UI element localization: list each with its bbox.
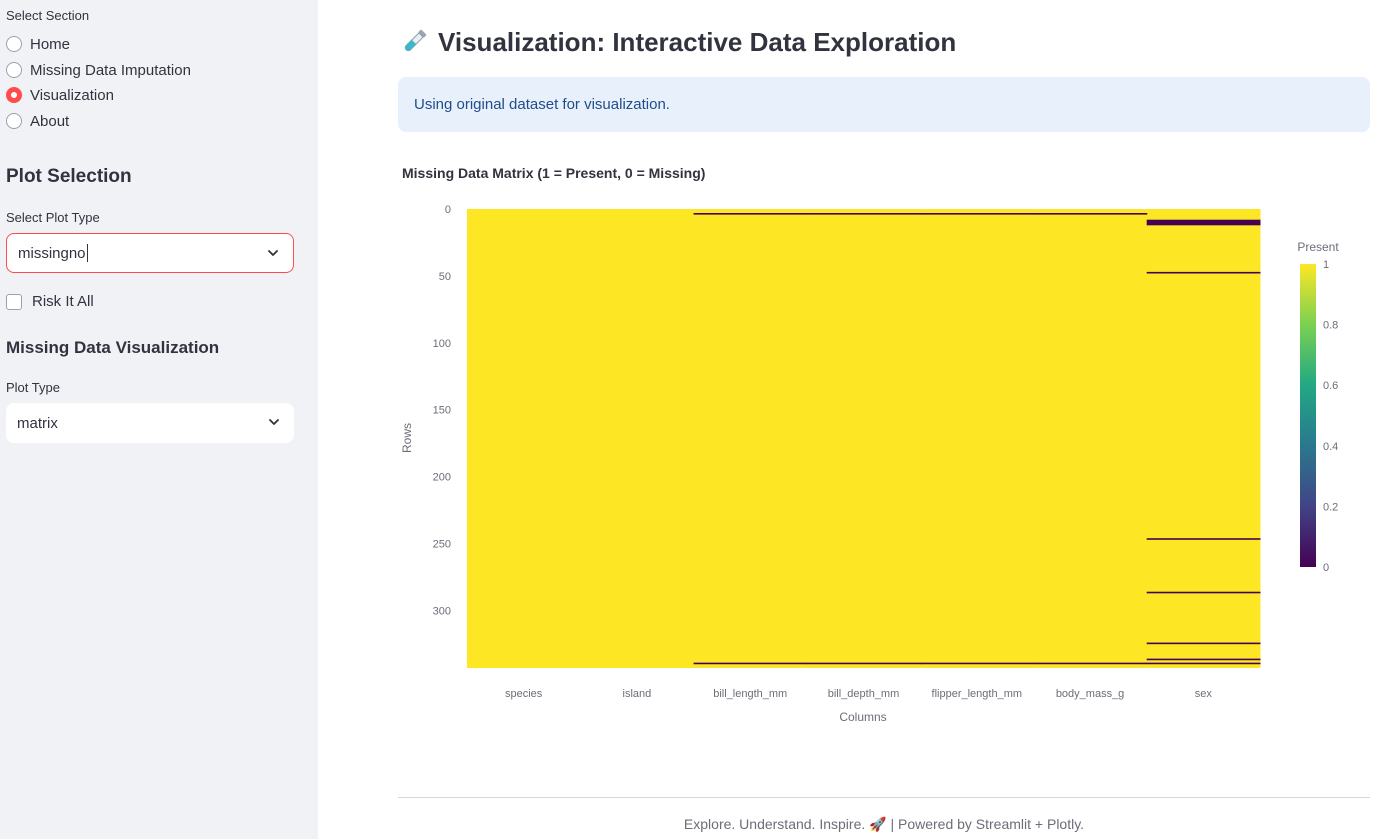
heatmap-column <box>467 209 581 668</box>
missing-cell <box>693 662 808 665</box>
section-label: Select Section <box>6 8 90 23</box>
missing-cell <box>1146 662 1261 665</box>
heatmap-column <box>920 209 1034 668</box>
missing-cell <box>693 213 808 215</box>
y-tick-label: 100 <box>433 338 451 350</box>
x-tick-label: species <box>505 688 543 700</box>
colorbar-tick-label: 0.2 <box>1323 501 1338 513</box>
missing-viz-heading: Missing Data Visualization <box>6 338 220 357</box>
radio-button[interactable] <box>6 113 22 129</box>
missing-cell <box>1146 538 1261 540</box>
radio-about[interactable]: About <box>6 110 69 132</box>
missing-cell <box>1033 662 1148 665</box>
y-tick-label: 0 <box>445 204 451 216</box>
colorbar-tick-label: 1 <box>1323 259 1329 271</box>
x-tick-label: bill_depth_mm <box>828 688 900 700</box>
y-tick-label: 200 <box>433 472 451 484</box>
missing-cell <box>920 662 1034 665</box>
y-tick-label: 300 <box>433 605 451 617</box>
radio-button-selected[interactable] <box>6 87 22 103</box>
missing-cell <box>1033 213 1148 215</box>
colorbar-tick-label: 0 <box>1323 562 1329 574</box>
y-axis-ticks: 0 50 100 150 200 250 300 <box>433 204 451 617</box>
radio-label: About <box>30 112 70 130</box>
colorbar-tick-label: 0.6 <box>1323 380 1338 392</box>
missing-cell <box>1146 271 1261 274</box>
chevron-down-icon[interactable] <box>268 416 280 428</box>
x-tick-label: bill_length_mm <box>713 688 787 700</box>
heatmap-column <box>1033 209 1148 668</box>
colorbar-tick-label: 0.8 <box>1323 320 1338 332</box>
radio-label: Home <box>30 35 71 53</box>
radio-home[interactable]: Home <box>6 33 70 55</box>
heatmap-column <box>693 209 808 668</box>
colorbar-ticks: 0 0.2 0.4 0.6 0.8 1 <box>1323 259 1338 574</box>
x-axis-ticks: species island bill_length_mm bill_depth_mm… <box>505 688 1212 700</box>
footer-divider <box>398 797 1370 798</box>
checkbox-label: Risk It All <box>32 293 94 310</box>
risk-it-all-checkbox[interactable]: Risk It All <box>6 293 94 310</box>
y-tick-label: 150 <box>433 405 451 417</box>
x-tick-label: flipper_length_mm <box>932 688 1023 700</box>
x-tick-label: body_mass_g <box>1056 688 1125 700</box>
plot-type-select[interactable]: missingno <box>6 233 294 273</box>
x-tick-label: island <box>623 688 652 700</box>
missing-plot-value: matrix <box>17 414 58 432</box>
missing-cell <box>1146 642 1261 645</box>
missing-cell <box>920 213 1034 215</box>
missing-cell <box>1146 658 1261 661</box>
x-axis-title: Columns <box>839 710 886 724</box>
info-alert: Using original dataset for visualization… <box>398 77 1370 132</box>
missing-cell <box>806 662 921 665</box>
radio-label: Visualization <box>30 86 114 104</box>
chart-title: Missing Data Matrix (1 = Present, 0 = Mi… <box>402 165 706 181</box>
missing-plot-select[interactable]: matrix <box>6 403 294 443</box>
radio-missing-data-imputation[interactable]: Missing Data Imputation <box>6 59 191 81</box>
y-tick-label: 50 <box>439 271 451 283</box>
radio-label: Missing Data Imputation <box>30 61 191 79</box>
radio-button[interactable] <box>6 62 22 78</box>
sidebar: Select Section Home Missing Data Imputat… <box>0 0 318 839</box>
info-text: Using original dataset for visualization… <box>414 96 670 113</box>
heatmap-area <box>467 209 1261 668</box>
y-axis-title: Rows <box>400 423 414 453</box>
chevron-down-icon[interactable] <box>267 247 279 259</box>
page-title-text: Visualization: Interactive Data Explorat… <box>438 26 957 57</box>
checkbox[interactable] <box>6 293 22 310</box>
missing-cell <box>806 213 921 215</box>
heatmap-column <box>806 209 921 668</box>
y-tick-label: 250 <box>433 539 451 551</box>
radio-visualization[interactable]: Visualization <box>6 84 114 106</box>
test-tube-icon <box>404 29 427 52</box>
missing-data-matrix-chart[interactable]: 0 50 100 150 200 250 300 species island bill_len… <box>390 190 1350 735</box>
colorbar-title: Present <box>1297 240 1339 254</box>
footer-text: Explore. Understand. Inspire. 🚀 | Powere… <box>683 816 1085 832</box>
radio-button[interactable] <box>6 36 22 52</box>
colorbar-tick-label: 0.4 <box>1323 441 1338 453</box>
page-title: Visualization: Interactive Data Explorat… <box>398 26 956 58</box>
heatmap-column <box>1146 209 1261 668</box>
heatmap-column <box>580 209 695 668</box>
plot-type-label: Select Plot Type <box>6 210 100 225</box>
missing-cell <box>1146 223 1261 226</box>
plot-selection-heading: Plot Selection <box>6 166 132 187</box>
text-cursor <box>86 244 88 262</box>
plot-type-value: missingno <box>18 244 86 262</box>
x-tick-label: sex <box>1195 688 1213 700</box>
colorbar <box>1300 264 1316 567</box>
missing-plot-label: Plot Type <box>6 380 60 395</box>
missing-cell <box>1146 591 1261 594</box>
